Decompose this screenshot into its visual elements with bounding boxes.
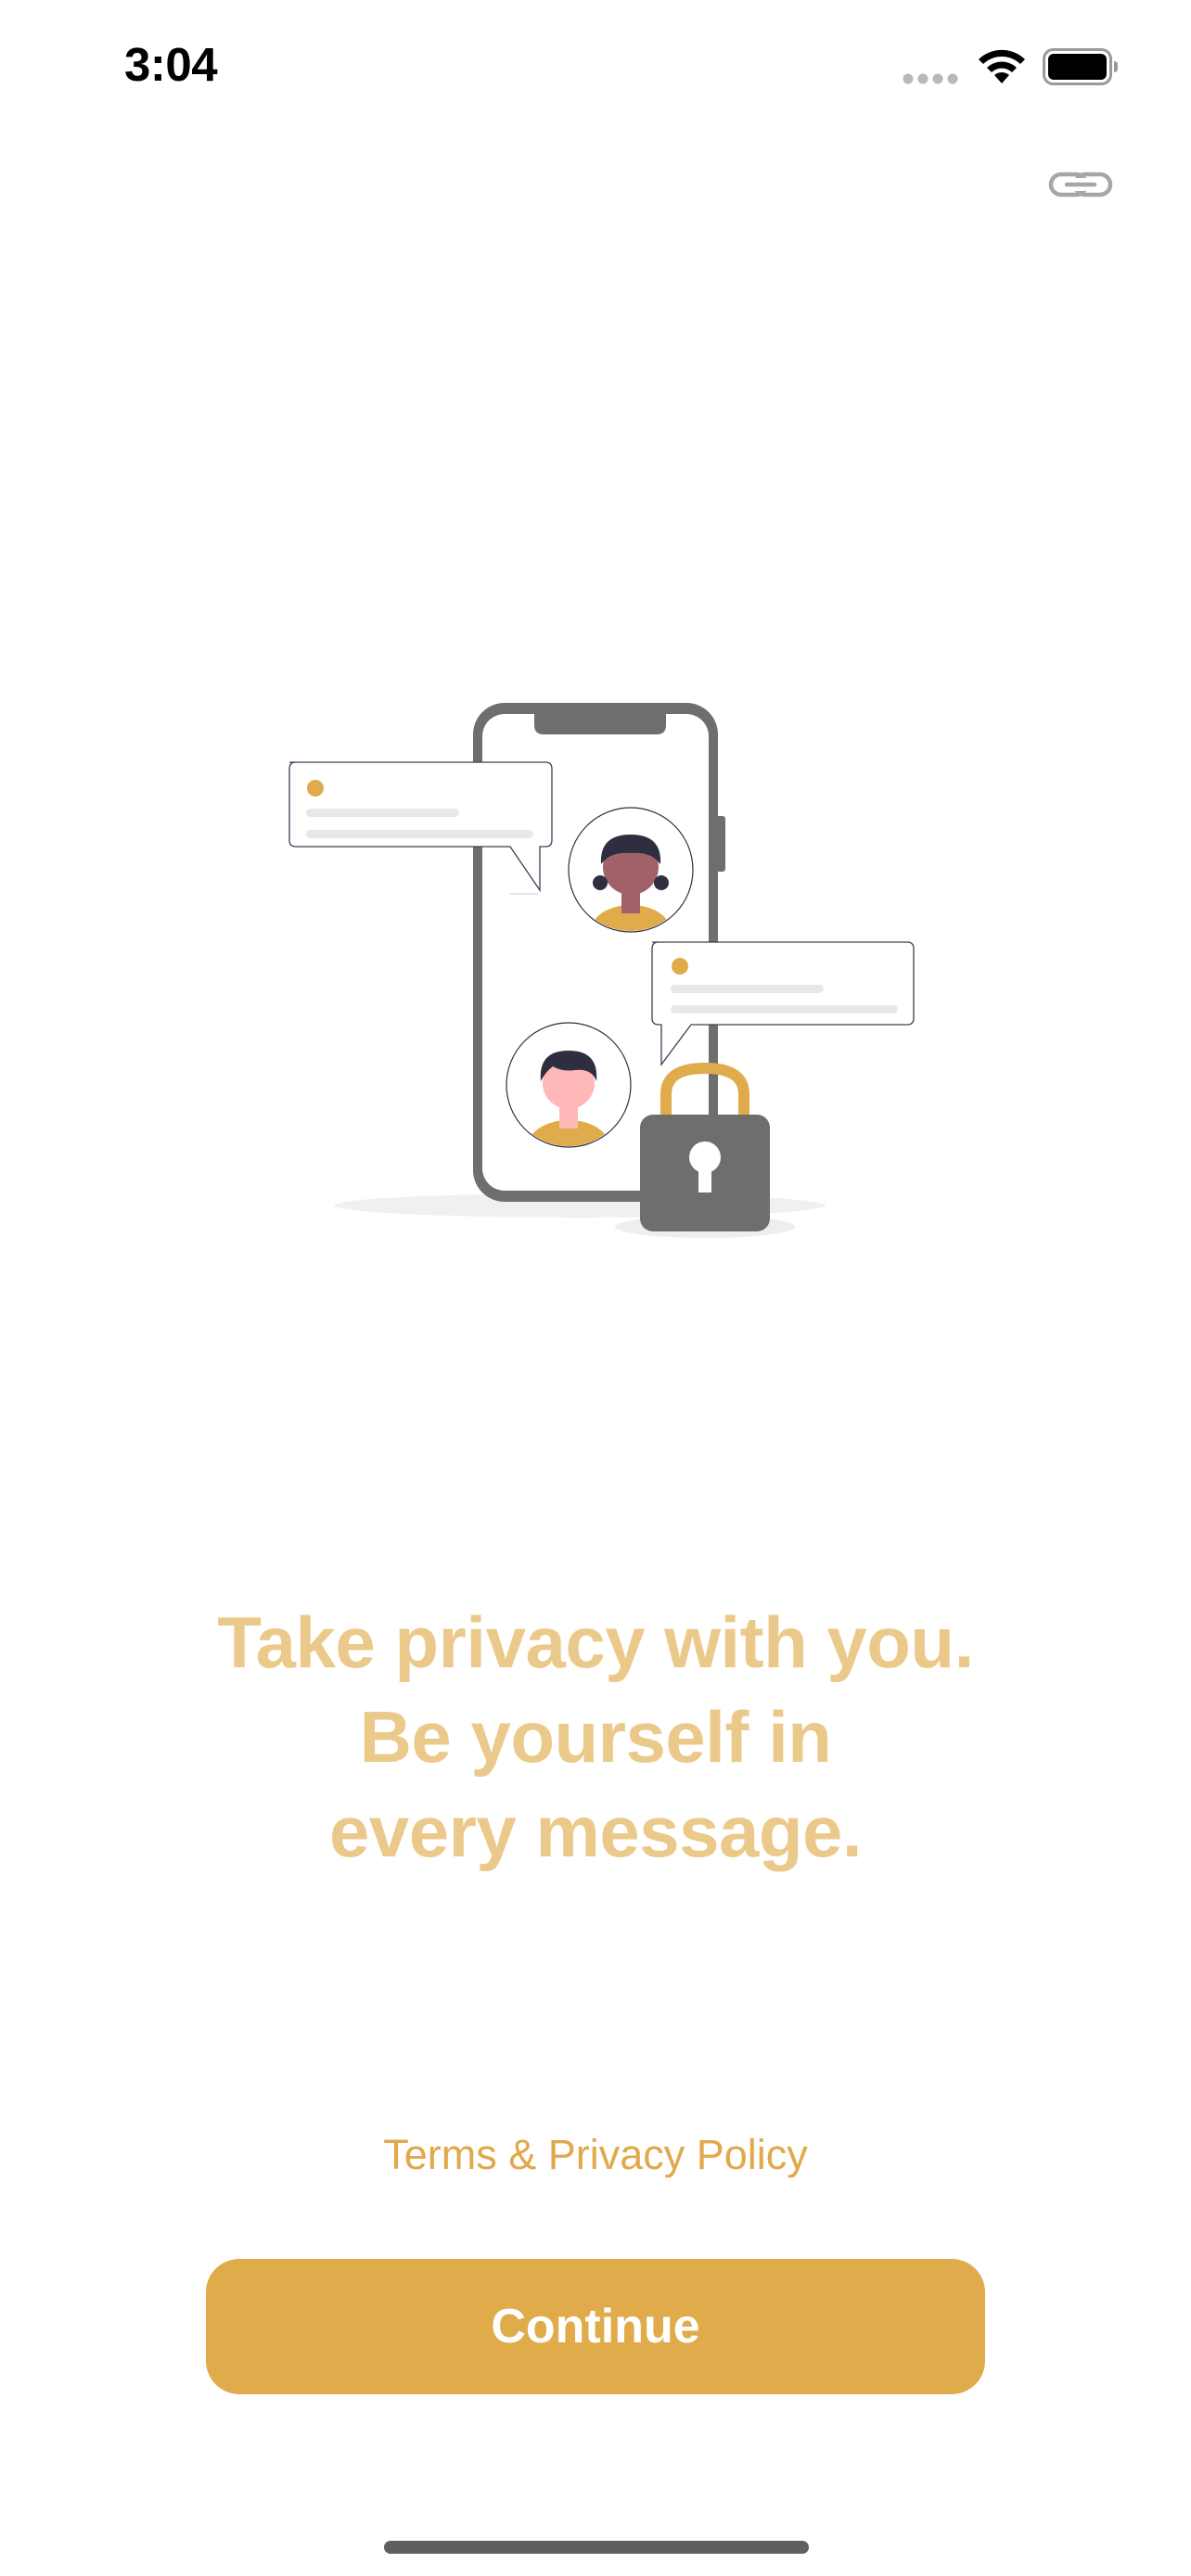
link-icon-graphic	[1048, 172, 1113, 198]
headline-line-1: Take privacy with you.	[217, 1601, 974, 1683]
signal-icon	[903, 73, 958, 84]
wifi-icon	[979, 49, 1025, 83]
privacy-messaging-illustration	[288, 703, 915, 1238]
link-icon[interactable]	[1048, 163, 1113, 206]
onboarding-headline: Take privacy with you. Be yourself in ev…	[111, 1595, 1080, 1879]
terms-privacy-link[interactable]: Terms & Privacy Policy	[278, 2131, 913, 2179]
headline-line-2: Be yourself in	[359, 1696, 832, 1778]
status-bar: 3:04	[0, 0, 1191, 130]
home-indicator[interactable]	[384, 2541, 809, 2554]
continue-button[interactable]: Continue	[206, 2259, 985, 2394]
battery-icon	[1043, 48, 1118, 85]
status-time: 3:04	[124, 38, 218, 91]
headline-line-3: every message.	[328, 1791, 863, 1872]
